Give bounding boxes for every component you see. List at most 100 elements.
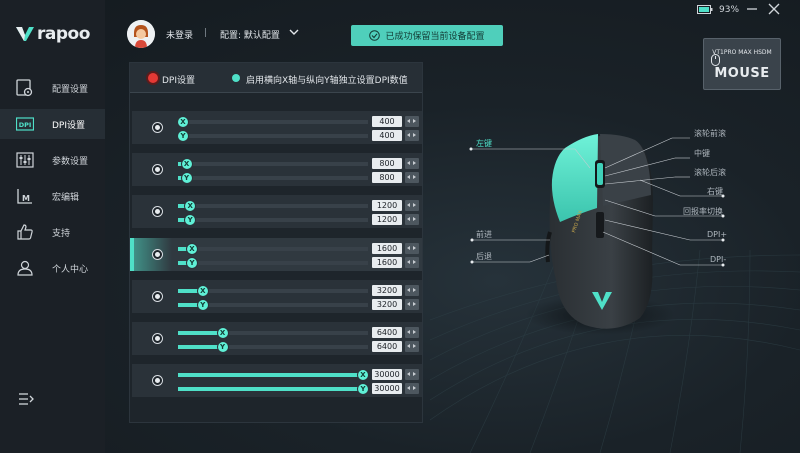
independent-xy-radio[interactable] — [232, 74, 240, 82]
dpi-y-stepper-icon[interactable] — [405, 257, 419, 268]
login-status[interactable]: 未登录 — [166, 28, 193, 41]
axis-label: X — [183, 160, 190, 168]
dpi-row-radio[interactable] — [152, 206, 163, 217]
callout-right-button[interactable]: 右键 — [707, 186, 723, 197]
slider-knob[interactable]: Y — [181, 173, 192, 183]
dpi-x-value[interactable]: 3200 — [372, 285, 402, 296]
dpi-x-stepper-icon[interactable] — [405, 158, 419, 169]
sidebar-item-macro[interactable]: M 宏编辑 — [0, 181, 105, 211]
dpi-row-radio[interactable] — [152, 122, 163, 133]
close-icon[interactable] — [768, 3, 780, 15]
dpi-x-stepper-icon[interactable] — [405, 243, 419, 254]
avatar[interactable] — [127, 20, 155, 48]
slider-knob[interactable]: Y — [358, 384, 368, 394]
collapse-menu-icon[interactable] — [18, 392, 34, 406]
dpi-x-slider[interactable]: X — [178, 159, 368, 169]
dpi-y-value[interactable]: 30000 — [372, 383, 402, 394]
slider-knob[interactable]: X — [178, 117, 188, 127]
slider-knob[interactable]: X — [197, 286, 208, 296]
dpi-y-value[interactable]: 800 — [372, 172, 402, 183]
dpi-y-stepper-icon[interactable] — [405, 214, 419, 225]
dpi-y-value[interactable]: 3200 — [372, 299, 402, 310]
dpi-y-slider[interactable]: Y — [178, 215, 368, 225]
dpi-row[interactable]: X 3200 Y 3200 — [132, 280, 422, 313]
slider-knob[interactable]: Y — [185, 215, 196, 225]
slider-knob[interactable]: Y — [197, 300, 208, 310]
dpi-y-stepper-icon[interactable] — [405, 130, 419, 141]
dpi-x-value[interactable]: 800 — [372, 158, 402, 169]
dpi-y-stepper-icon[interactable] — [405, 341, 419, 352]
sidebar-item-support[interactable]: 支持 — [0, 217, 105, 247]
dpi-y-value[interactable]: 1600 — [372, 257, 402, 268]
dpi-row[interactable]: X 800 Y 800 — [132, 153, 422, 186]
save-status-button[interactable]: 已成功保留当前设备配置 — [351, 25, 503, 46]
slider-knob[interactable]: X — [217, 328, 228, 338]
callout-wheel-back[interactable]: 滚轮后滚 — [694, 167, 726, 178]
dpi-x-stepper-icon[interactable] — [405, 116, 419, 127]
brand-logo: rapoo — [15, 24, 90, 44]
dpi-row-radio[interactable] — [152, 249, 163, 260]
minimize-icon[interactable] — [746, 3, 758, 15]
dpi-x-slider[interactable]: X — [178, 244, 368, 254]
dpi-x-value[interactable]: 6400 — [372, 327, 402, 338]
dpi-x-value[interactable]: 30000 — [372, 369, 402, 380]
sidebar-item-dpi[interactable]: DPI DPI设置 — [0, 109, 105, 139]
dpi-x-value[interactable]: 1200 — [372, 200, 402, 211]
slider-knob[interactable]: Y — [178, 131, 188, 141]
callout-dpi-minus[interactable]: DPI- — [710, 255, 726, 264]
dpi-y-slider[interactable]: Y — [178, 300, 368, 310]
dpi-row-radio[interactable] — [152, 164, 163, 175]
callout-report-rate[interactable]: 回报率切换 — [683, 206, 723, 217]
dpi-y-slider[interactable]: Y — [178, 131, 368, 141]
callout-forward[interactable]: 前进 — [476, 229, 492, 240]
dpi-mode-radio[interactable] — [148, 73, 158, 83]
config-selector[interactable]: 配置: 默认配置 — [220, 28, 280, 41]
dpi-x-value[interactable]: 1600 — [372, 243, 402, 254]
dpi-x-stepper-icon[interactable] — [405, 369, 419, 380]
dpi-x-stepper-icon[interactable] — [405, 200, 419, 211]
dpi-x-slider[interactable]: X — [178, 370, 368, 380]
callout-middle-button[interactable]: 中键 — [694, 148, 710, 159]
dpi-x-stepper-icon[interactable] — [405, 327, 419, 338]
dpi-x-slider[interactable]: X — [178, 286, 368, 296]
dpi-row-radio[interactable] — [152, 291, 163, 302]
dpi-row[interactable]: X 6400 Y 6400 — [132, 322, 422, 355]
callout-wheel-forward[interactable]: 滚轮前滚 — [694, 128, 726, 139]
sidebar-item-params[interactable]: 参数设置 — [0, 145, 105, 175]
dpi-row[interactable]: X 400 Y 400 — [132, 111, 422, 144]
dpi-row-radio[interactable] — [152, 333, 163, 344]
callout-dpi-plus[interactable]: DPI+ — [707, 230, 727, 239]
callout-left-button[interactable]: 左键 — [476, 138, 492, 149]
sidebar-item-profile[interactable]: 个人中心 — [0, 253, 105, 283]
slider-knob[interactable]: X — [187, 244, 197, 254]
slider-knob[interactable]: X — [185, 201, 196, 211]
dpi-x-stepper-icon[interactable] — [405, 285, 419, 296]
device-card[interactable]: VT1PRO MAX HSDM MOUSE — [703, 38, 781, 90]
dpi-row[interactable]: X 1600 Y 1600 — [130, 238, 422, 271]
slider-knob[interactable]: X — [358, 370, 368, 380]
chevron-down-icon[interactable] — [289, 29, 299, 36]
dpi-y-stepper-icon[interactable] — [405, 383, 419, 394]
dpi-y-slider[interactable]: Y — [178, 173, 368, 183]
sidebar-item-config[interactable]: 配置设置 — [0, 73, 105, 103]
dpi-y-value[interactable]: 6400 — [372, 341, 402, 352]
dpi-row-radio[interactable] — [152, 375, 163, 386]
dpi-x-value[interactable]: 400 — [372, 116, 402, 127]
dpi-y-stepper-icon[interactable] — [405, 299, 419, 310]
callout-back[interactable]: 后退 — [476, 251, 492, 262]
slider-knob[interactable]: Y — [187, 258, 197, 268]
dpi-x-slider[interactable]: X — [178, 117, 368, 127]
dpi-y-slider[interactable]: Y — [178, 342, 368, 352]
slider-knob[interactable]: Y — [217, 342, 228, 352]
dpi-y-slider[interactable]: Y — [178, 258, 368, 268]
dpi-y-value[interactable]: 1200 — [372, 214, 402, 225]
dpi-y-value[interactable]: 400 — [372, 130, 402, 141]
slider-knob[interactable]: X — [181, 159, 192, 169]
axis-label: X — [187, 202, 193, 210]
dpi-x-slider[interactable]: X — [178, 201, 368, 211]
dpi-x-slider[interactable]: X — [178, 328, 368, 338]
dpi-y-slider[interactable]: Y — [178, 384, 368, 394]
dpi-row[interactable]: X 30000 Y 30000 — [132, 364, 422, 397]
dpi-y-stepper-icon[interactable] — [405, 172, 419, 183]
dpi-row[interactable]: X 1200 Y 1200 — [132, 195, 422, 228]
